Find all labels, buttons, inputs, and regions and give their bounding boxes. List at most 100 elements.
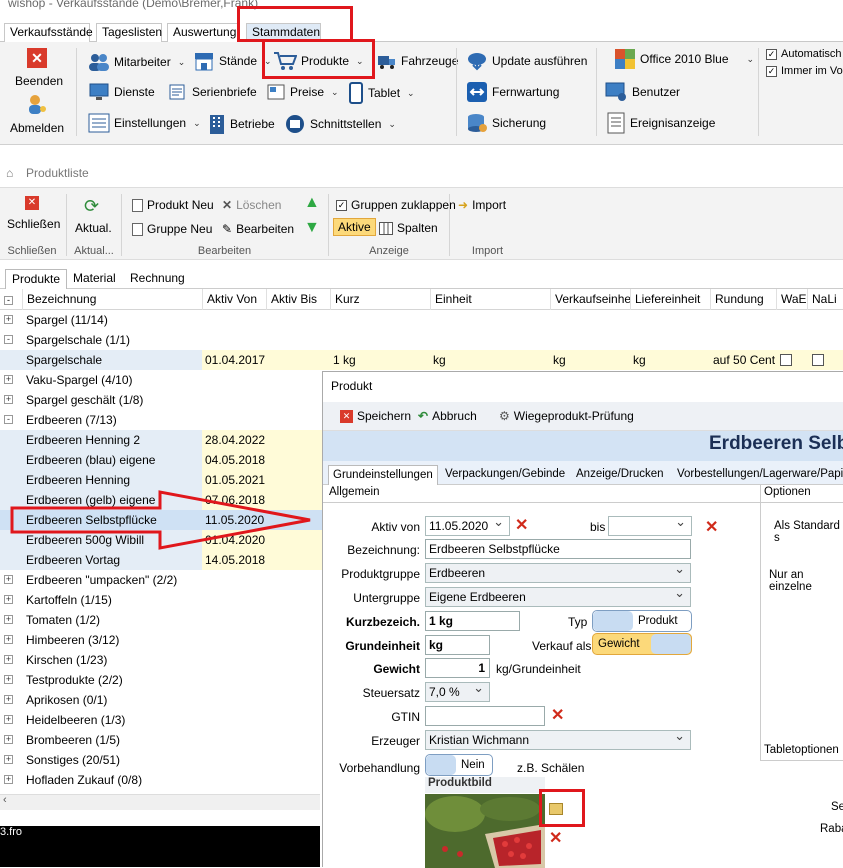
move-up-icon[interactable]: ▲ bbox=[304, 194, 320, 212]
expand-icon[interactable]: + bbox=[4, 375, 13, 384]
gtin-input[interactable] bbox=[425, 706, 545, 726]
tab-anzeige-drucken[interactable]: Anzeige/Drucken bbox=[572, 465, 668, 486]
tab-verkaufsstaende[interactable]: Verkaufsstände bbox=[4, 23, 93, 42]
tab-rechnung[interactable]: Rechnung bbox=[124, 269, 191, 290]
clear-bis-icon[interactable]: ✕ bbox=[705, 520, 718, 536]
expand-icon[interactable]: + bbox=[4, 615, 13, 624]
expand-icon[interactable]: + bbox=[4, 315, 13, 324]
untergruppe-select[interactable]: Eigene Erdbeeren bbox=[425, 584, 691, 607]
collapse-icon[interactable]: - bbox=[4, 335, 13, 344]
remove-image-icon[interactable]: ✕ bbox=[549, 831, 562, 847]
abbruch-button[interactable]: ↶ Abbruch bbox=[418, 409, 477, 423]
collapse-icon[interactable]: - bbox=[4, 415, 13, 424]
row-checkbox[interactable] bbox=[780, 354, 792, 366]
betriebe-button[interactable]: Betriebe bbox=[208, 113, 275, 135]
gruppen-zuklappen-checkbox[interactable]: ✓ Gruppen zuklappen bbox=[336, 198, 456, 212]
einstellungen-button[interactable]: Einstellungen ⌄ bbox=[88, 113, 201, 133]
tab-produkte[interactable]: Produkte bbox=[5, 269, 68, 290]
expand-icon[interactable]: + bbox=[4, 395, 13, 404]
expand-icon[interactable]: + bbox=[4, 715, 13, 724]
fahrzeuge-button[interactable]: Fahrzeuge bbox=[377, 51, 458, 71]
tab-grundeinstellungen[interactable]: Grundeinstellungen bbox=[328, 465, 438, 486]
tablet-button[interactable]: Tablet ⌄ bbox=[348, 82, 415, 104]
expand-icon[interactable]: + bbox=[4, 595, 13, 604]
vorbehandlung-toggle[interactable]: Nein bbox=[425, 754, 493, 776]
table-row[interactable]: Spargelschale 01.04.2017 1 kg kg kg kg auf 50 … bbox=[0, 350, 843, 370]
aktive-button[interactable]: Aktive bbox=[333, 218, 376, 236]
col-einheit[interactable]: Einheit bbox=[430, 289, 550, 310]
aktual-button[interactable]: Aktual. bbox=[75, 221, 112, 235]
staende-button[interactable]: Stände ⌄ bbox=[193, 50, 272, 72]
col-kurz[interactable]: Kurz bbox=[330, 289, 430, 310]
loeschen-button[interactable]: ✕ Löschen bbox=[222, 198, 281, 212]
aktiv-von-field[interactable]: 11.05.2020 bbox=[425, 513, 510, 536]
row-checkbox[interactable] bbox=[812, 354, 824, 366]
clear-aktiv-von-icon[interactable]: ✕ bbox=[515, 518, 528, 534]
expand-icon[interactable]: + bbox=[4, 695, 13, 704]
preise-button[interactable]: Preise ⌄ bbox=[266, 82, 339, 102]
expand-icon[interactable]: + bbox=[4, 735, 13, 744]
fernwartung-button[interactable]: Fernwartung bbox=[466, 81, 559, 103]
ereignis-button[interactable]: Ereignisanzeige bbox=[606, 112, 715, 134]
bearbeiten-button[interactable]: ✎ Bearbeiten bbox=[222, 222, 294, 236]
speichern-button[interactable]: ✕ Speichern bbox=[340, 409, 411, 423]
expand-icon[interactable]: + bbox=[4, 575, 13, 584]
move-down-icon[interactable]: ▼ bbox=[304, 219, 320, 237]
serienbriefe-button[interactable]: Serienbriefe bbox=[168, 82, 257, 102]
gewicht-input[interactable]: 1 bbox=[425, 658, 490, 678]
col-liefereinheit[interactable]: Liefereinheit bbox=[630, 289, 710, 310]
abmelden-button[interactable]: Abmelden bbox=[10, 121, 64, 135]
expand-icon[interactable]: + bbox=[4, 755, 13, 764]
gruppe-neu-button[interactable]: Gruppe Neu bbox=[132, 222, 212, 236]
col-bezeichnung[interactable]: Bezeichnung bbox=[22, 289, 202, 310]
col-verkaufseinheit[interactable]: Verkaufseinheit bbox=[550, 289, 630, 310]
theme-select[interactable]: Office 2010 Blue ⌄ bbox=[614, 48, 754, 70]
horizontal-scrollbar[interactable]: ‹ bbox=[0, 794, 320, 810]
tab-verpackungen[interactable]: Verpackungen/Gebinde bbox=[441, 465, 569, 486]
steuersatz-select[interactable]: 7,0 % bbox=[425, 679, 490, 702]
tab-material[interactable]: Material bbox=[67, 269, 122, 290]
schliessen-icon[interactable]: ✕ bbox=[25, 196, 39, 210]
table-row[interactable]: - Spargelschale (1/1) bbox=[0, 330, 843, 350]
bis-field[interactable] bbox=[608, 513, 692, 536]
tab-vorbestellungen[interactable]: Vorbestellungen/Lagerware/Papierk bbox=[673, 465, 843, 486]
automatisch-checkbox[interactable]: ✓ Automatisch bbox=[766, 48, 842, 60]
spalten-button[interactable]: Spalten bbox=[379, 221, 438, 235]
erzeuger-select[interactable]: Kristian Wichmann bbox=[425, 727, 691, 750]
verkauf-als-toggle[interactable]: Gewicht bbox=[592, 633, 692, 655]
expand-icon[interactable]: + bbox=[4, 775, 13, 784]
expand-icon[interactable]: + bbox=[4, 635, 13, 644]
expand-icon[interactable]: + bbox=[4, 675, 13, 684]
tab-tageslisten[interactable]: Tageslisten bbox=[96, 23, 162, 42]
import-button[interactable]: ➜ Import bbox=[458, 198, 506, 212]
refresh-icon[interactable]: ⟳ bbox=[84, 196, 99, 217]
tab-auswertung[interactable]: Auswertung bbox=[167, 23, 238, 42]
benutzer-button[interactable]: Benutzer bbox=[604, 81, 680, 103]
col-rundung[interactable]: Rundung bbox=[710, 289, 776, 310]
produkt-neu-button[interactable]: Produkt Neu bbox=[132, 198, 214, 212]
collapse-all-icon[interactable]: - bbox=[0, 289, 22, 310]
col-nali[interactable]: NaLi bbox=[807, 289, 843, 310]
typ-toggle[interactable]: Produkt bbox=[592, 610, 692, 632]
produktgruppe-select[interactable]: Erdbeeren bbox=[425, 560, 691, 583]
expand-icon[interactable]: + bbox=[4, 655, 13, 664]
schnittstellen-button[interactable]: Schnittstellen ⌄ bbox=[284, 113, 396, 135]
mitarbeiter-button[interactable]: Mitarbeiter ⌄ bbox=[88, 52, 185, 72]
col-waei[interactable]: WaEi bbox=[776, 289, 807, 310]
wiege-button[interactable]: ⚙ Wiegeprodukt-Prüfung bbox=[499, 409, 634, 423]
immer-checkbox[interactable]: ✓ Immer im Vor bbox=[766, 65, 843, 77]
bezeichnung-input[interactable]: Erdbeeren Selbstpflücke bbox=[425, 539, 691, 559]
user-key-icon[interactable] bbox=[26, 94, 48, 116]
col-aktiv-bis[interactable]: Aktiv Bis bbox=[266, 289, 330, 310]
kurzbezeich-input[interactable]: 1 kg bbox=[425, 611, 520, 631]
col-aktiv-von[interactable]: Aktiv Von bbox=[202, 289, 266, 310]
scroll-left-icon[interactable]: ‹ bbox=[3, 794, 7, 806]
schliessen-button[interactable]: Schließen bbox=[7, 217, 60, 231]
grundeinheit-input[interactable]: kg bbox=[425, 635, 490, 655]
update-button[interactable]: Update ausführen bbox=[466, 50, 587, 72]
sicherung-button[interactable]: Sicherung bbox=[466, 112, 546, 134]
beenden-button[interactable]: ✕ bbox=[27, 48, 47, 68]
dienste-button[interactable]: Dienste bbox=[88, 82, 155, 102]
clear-gtin-icon[interactable]: ✕ bbox=[551, 708, 564, 724]
table-row[interactable]: + Spargel (11/14) bbox=[0, 310, 843, 330]
